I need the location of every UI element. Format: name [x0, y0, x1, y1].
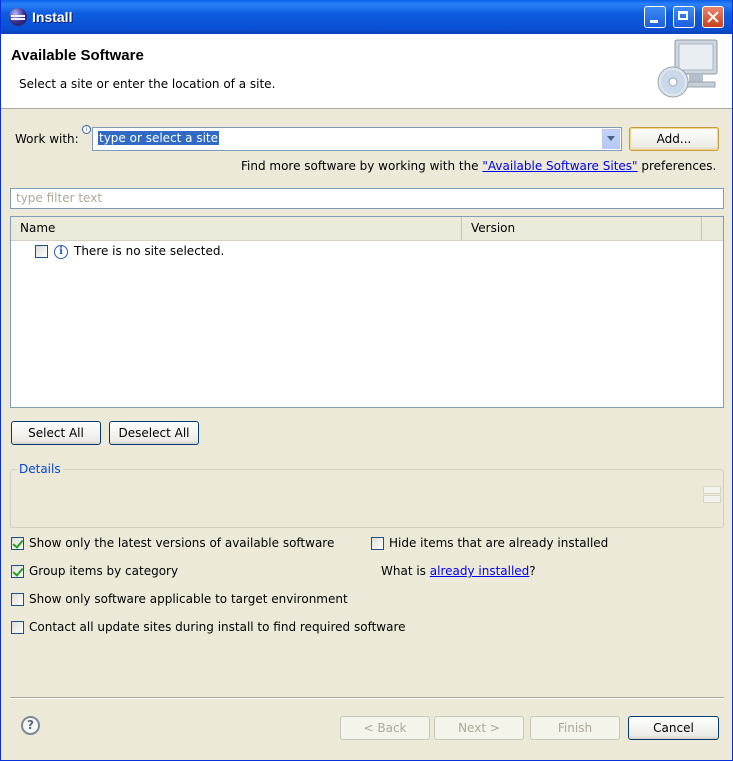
applicable-only-label[interactable]: Show only software applicable to target …: [29, 592, 348, 606]
contact-all-sites-checkbox[interactable]: [11, 621, 24, 634]
filter-placeholder: type filter text: [16, 191, 103, 205]
column-name[interactable]: Name: [11, 217, 462, 240]
row-checkbox[interactable]: [35, 245, 48, 258]
hide-installed-checkbox[interactable]: [371, 537, 384, 550]
add-site-button[interactable]: Add...: [629, 127, 719, 151]
title-bar[interactable]: Install: [1, 0, 732, 34]
eclipse-icon: [9, 8, 27, 26]
page-title: Available Software: [11, 47, 144, 64]
page-subtitle: Select a site or enter the location of a…: [19, 77, 276, 91]
what-is-suffix: ?: [529, 564, 536, 578]
next-button[interactable]: Next >: [434, 716, 524, 740]
finish-button[interactable]: Finish: [530, 716, 620, 740]
close-button[interactable]: [702, 6, 724, 28]
contact-all-sites-label[interactable]: Contact all update sites during install …: [29, 620, 406, 634]
content-assist-info-icon: i: [82, 125, 91, 134]
row-label: There is no site selected.: [74, 244, 225, 258]
column-version[interactable]: Version: [462, 217, 702, 240]
hide-installed-label[interactable]: Hide items that are already installed: [389, 536, 608, 550]
back-button[interactable]: < Back: [340, 716, 430, 740]
install-wizard-icon: [657, 39, 718, 98]
show-latest-checkbox[interactable]: [11, 537, 24, 550]
details-scroll-control[interactable]: [703, 486, 721, 504]
scroll-down-arrow[interactable]: [703, 495, 721, 503]
maximize-button[interactable]: [673, 6, 695, 28]
deselect-all-button[interactable]: Deselect All: [109, 421, 199, 445]
what-is-installed-text: What is already installed?: [381, 564, 536, 578]
chevron-down-icon[interactable]: [602, 129, 620, 149]
software-tree[interactable]: Name Version i There is no site selected…: [10, 216, 724, 408]
details-label: Details: [17, 462, 63, 476]
select-all-button[interactable]: Select All: [11, 421, 101, 445]
available-software-sites-link[interactable]: "Available Software Sites": [482, 159, 637, 173]
applicable-only-checkbox[interactable]: [11, 593, 24, 606]
hint-prefix: Find more software by working with the: [241, 159, 483, 173]
wizard-header: Available Software Select a site or ente…: [1, 34, 732, 109]
show-latest-label[interactable]: Show only the latest versions of availab…: [29, 536, 334, 550]
install-window: Install Available Software Select a site…: [0, 0, 733, 761]
footer-separator: [10, 697, 724, 699]
details-group: Details: [10, 462, 724, 528]
hint-suffix: preferences.: [637, 159, 717, 173]
available-sites-hint: Find more software by working with the "…: [241, 159, 716, 173]
scroll-up-arrow[interactable]: [703, 486, 721, 494]
work-with-value[interactable]: type or select a site: [98, 131, 220, 145]
work-with-label: Work with:: [15, 132, 79, 146]
group-by-category-label[interactable]: Group items by category: [29, 564, 178, 578]
cancel-button[interactable]: Cancel: [628, 716, 719, 740]
work-with-combo[interactable]: type or select a site: [92, 127, 622, 151]
window-title: Install: [32, 9, 73, 25]
filter-input[interactable]: type filter text: [10, 188, 724, 209]
info-icon: i: [54, 245, 68, 259]
already-installed-link[interactable]: already installed: [430, 564, 530, 578]
help-icon[interactable]: ?: [21, 716, 40, 735]
what-is-prefix: What is: [381, 564, 430, 578]
tree-header: Name Version: [11, 217, 723, 241]
minimize-button[interactable]: [644, 6, 666, 28]
group-by-category-checkbox[interactable]: [11, 565, 24, 578]
